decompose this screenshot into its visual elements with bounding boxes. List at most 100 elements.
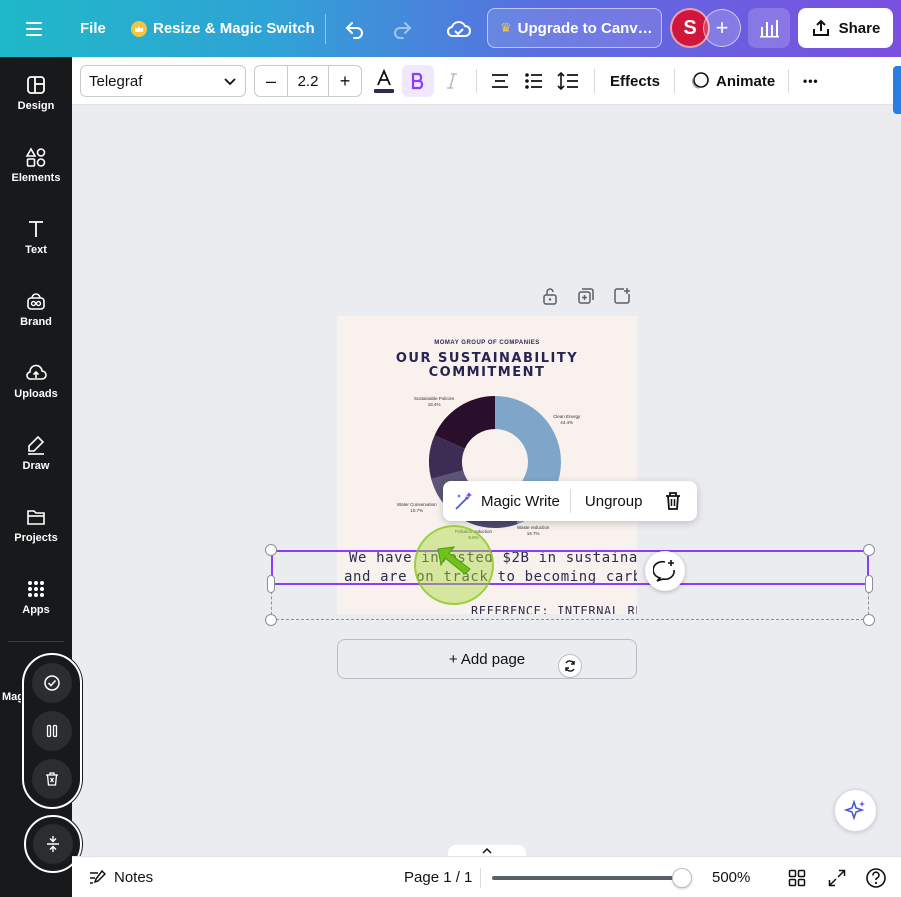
- zoom-slider[interactable]: [492, 876, 682, 880]
- delete-button[interactable]: [656, 481, 690, 521]
- chevron-down-icon: [224, 78, 236, 86]
- trash-icon: [666, 492, 681, 510]
- align-center-button[interactable]: [484, 65, 516, 97]
- resize-magic-switch-button[interactable]: Resize & Magic Switch: [131, 0, 315, 57]
- pause-recording-button[interactable]: [32, 711, 72, 751]
- notes-icon: [90, 869, 106, 884]
- undo-button[interactable]: [343, 0, 367, 57]
- collapse-inner: [33, 824, 73, 864]
- toolbar-divider: [788, 69, 789, 93]
- resize-handle-bottom-left[interactable]: [265, 614, 277, 626]
- undo-icon: [345, 21, 363, 39]
- crown-icon: ♛: [500, 20, 512, 35]
- pause-icon: [46, 724, 58, 738]
- text-selection-box[interactable]: [271, 550, 869, 585]
- magic-write-button[interactable]: Magic Write: [443, 481, 570, 521]
- font-size-stepper: – 2.2 +: [254, 65, 362, 97]
- redo-button[interactable]: [390, 0, 414, 57]
- file-menu[interactable]: File: [80, 0, 106, 57]
- bold-button[interactable]: [402, 65, 434, 97]
- page-indicator[interactable]: Page 1 / 1: [404, 857, 472, 897]
- resize-handle-right[interactable]: [865, 575, 873, 593]
- duplicate-page-button[interactable]: [576, 286, 596, 306]
- sidebar-item-uploads[interactable]: Uploads: [0, 351, 72, 411]
- sidebar-item-projects[interactable]: Projects: [0, 495, 72, 555]
- zoom-slider-fill: [492, 876, 673, 880]
- finish-recording-button[interactable]: [32, 663, 72, 703]
- unlock-icon: [543, 288, 557, 305]
- discard-recording-button[interactable]: [32, 759, 72, 799]
- bottom-bar: Notes Page 1 / 1 500%: [72, 856, 901, 897]
- font-size-increase-button[interactable]: +: [329, 66, 361, 96]
- help-button[interactable]: [864, 866, 888, 890]
- upgrade-button[interactable]: ♛ Upgrade to Canv…: [487, 8, 662, 48]
- context-menu: Magic Write Ungroup: [443, 481, 697, 521]
- magic-assistant-button[interactable]: [834, 789, 877, 832]
- resize-label: Resize & Magic Switch: [153, 20, 315, 37]
- animate-button[interactable]: Animate: [690, 57, 775, 105]
- analytics-button[interactable]: [748, 8, 790, 48]
- right-panel-tab[interactable]: [893, 66, 901, 114]
- text-toolbar: Telegraf – 2.2 + Effects Animate •••: [72, 57, 901, 105]
- add-comment-button[interactable]: [645, 551, 685, 591]
- zoom-level[interactable]: 500%: [712, 857, 750, 897]
- resize-handle-top-right[interactable]: [863, 544, 875, 556]
- effects-button[interactable]: Effects: [610, 57, 660, 105]
- align-center-icon: [492, 74, 508, 88]
- upgrade-label: Upgrade to Canv…: [517, 19, 653, 37]
- grid-view-button[interactable]: [785, 866, 809, 890]
- projects-icon: [27, 510, 45, 525]
- cloud-check-icon: [446, 20, 471, 37]
- sidebar-item-label: Projects: [14, 532, 58, 544]
- text-color-button[interactable]: [368, 65, 400, 97]
- more-options-button[interactable]: •••: [803, 57, 819, 105]
- bold-icon: [411, 72, 424, 90]
- share-button[interactable]: Share: [798, 8, 893, 48]
- cloud-save-button[interactable]: [446, 0, 472, 57]
- italic-icon: [447, 73, 457, 89]
- sparkle-icon: [843, 798, 865, 821]
- bottombar-divider: [480, 868, 481, 888]
- font-size-decrease-button[interactable]: –: [255, 66, 287, 96]
- spacing-button[interactable]: [552, 65, 584, 97]
- uploads-icon: [26, 364, 47, 380]
- font-family-select[interactable]: Telegraf: [80, 65, 246, 97]
- check-circle-icon: [44, 675, 60, 691]
- add-page-icon: [614, 288, 630, 304]
- menu-button[interactable]: [24, 0, 46, 57]
- share-label: Share: [838, 19, 881, 37]
- sidebar-item-label: Brand: [20, 316, 52, 328]
- sidebar-item-label: Elements: [11, 172, 61, 184]
- italic-button[interactable]: [436, 65, 468, 97]
- magic-write-label: Magic Write: [481, 492, 560, 510]
- sidebar-item-elements[interactable]: Elements: [0, 135, 72, 195]
- refresh-button[interactable]: [558, 654, 582, 678]
- font-family-value: Telegraf: [89, 72, 143, 90]
- bar-chart-icon: [760, 20, 779, 38]
- toolbar-divider: [674, 69, 675, 93]
- resize-handle-top-left[interactable]: [265, 544, 277, 556]
- sidebar-item-text[interactable]: Text: [0, 207, 72, 267]
- comment-plus-icon: [653, 560, 675, 582]
- sidebar-item-magic-partial[interactable]: Mag: [2, 691, 24, 703]
- zoom-slider-thumb[interactable]: [672, 868, 692, 888]
- list-button[interactable]: [518, 65, 550, 97]
- share-upload-icon: [812, 19, 829, 36]
- ungroup-button[interactable]: Ungroup: [571, 481, 657, 521]
- sidebar-item-draw[interactable]: Draw: [0, 423, 72, 483]
- collapse-icon: [47, 836, 59, 852]
- line-spacing-icon: [557, 71, 578, 91]
- sidebar-item-design[interactable]: Design: [0, 63, 72, 123]
- sidebar-item-brand[interactable]: Brand: [0, 279, 72, 339]
- sidebar-item-apps[interactable]: Apps: [0, 567, 72, 627]
- resize-handle-left[interactable]: [267, 575, 275, 593]
- font-size-input[interactable]: 2.2: [287, 66, 329, 96]
- add-page-button[interactable]: + Add page: [337, 639, 637, 679]
- page-actions: [540, 286, 632, 306]
- invite-button[interactable]: +: [703, 9, 741, 47]
- fullscreen-button[interactable]: [825, 866, 849, 890]
- notes-button[interactable]: Notes: [88, 857, 153, 897]
- lock-button[interactable]: [540, 286, 560, 306]
- add-page-above-button[interactable]: [612, 286, 632, 306]
- resize-handle-bottom-right[interactable]: [863, 614, 875, 626]
